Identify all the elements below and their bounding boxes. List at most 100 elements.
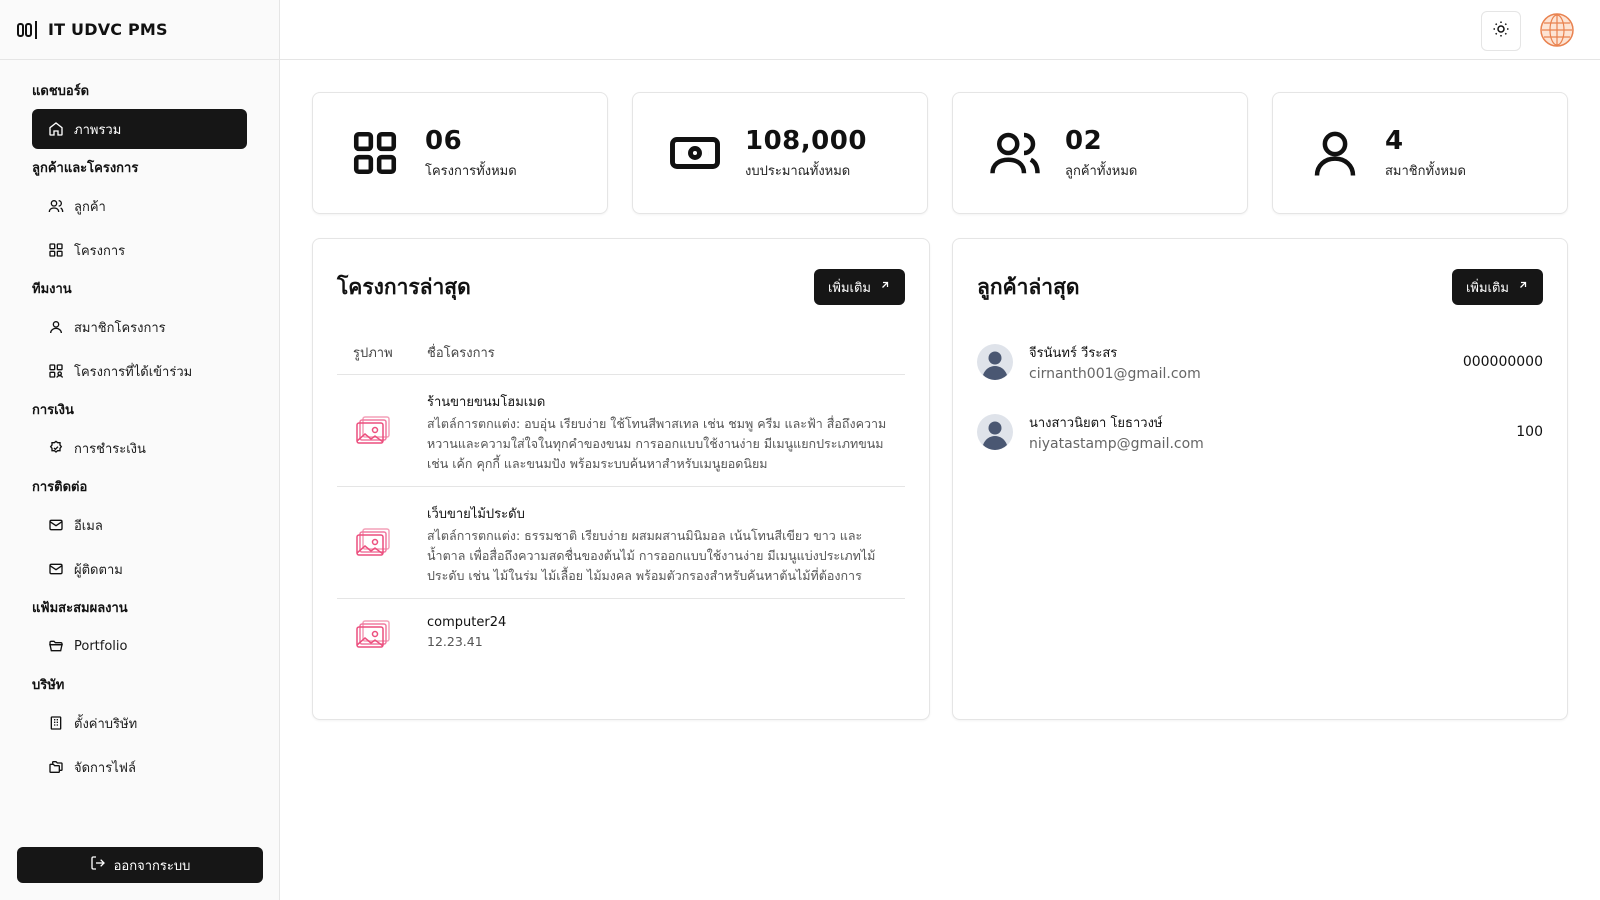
folder-open-icon — [48, 638, 64, 654]
avatar — [977, 344, 1013, 380]
project-description: สไตล์การตกแต่ง: ธรรมชาติ เรียบง่าย ผสมผส… — [427, 528, 876, 583]
latest-projects-panel: โครงการล่าสุด เพิ่มเติม รูปภาพ ชื่อโครงก… — [312, 238, 930, 720]
home-icon — [48, 121, 64, 137]
nav-group-team: ทีมงาน สมาชิกโครงการ โครงการที่ได้เข้าร่… — [32, 278, 247, 391]
nav-group-dashboard: แดชบอร์ด ภาพรวม — [32, 80, 247, 149]
sidebar-item-joined-projects[interactable]: โครงการที่ได้เข้าร่วม — [32, 351, 247, 391]
avatar — [977, 414, 1013, 450]
sidebar-item-label: โครงการ — [74, 243, 126, 259]
stat-card-projects: 06 โครงการทั้งหมด — [312, 92, 608, 214]
project-name: เว็บขายไม้ประดับ — [427, 507, 525, 522]
grid-icon — [347, 125, 403, 181]
sidebar-item-label: การชำระเงิน — [74, 441, 146, 457]
sidebar-item-company-settings[interactable]: ตั้งค่าบริษัท — [32, 703, 247, 743]
client-email: niyatastamp@gmail.com — [1029, 436, 1204, 452]
client-value: 000000000 — [1462, 354, 1543, 370]
banknote-icon — [667, 125, 723, 181]
projects-table: รูปภาพ ชื่อโครงการ ร้านขายขนมโฮมเมด สไตล… — [337, 331, 905, 671]
building-icon — [48, 715, 64, 731]
clients-more-button[interactable]: เพิ่มเติม — [1451, 269, 1543, 305]
nav-group-title: แดชบอร์ด — [32, 84, 90, 99]
arrow-up-right-icon — [1517, 279, 1529, 295]
images-icon — [353, 615, 393, 659]
theme-toggle-button[interactable] — [1481, 11, 1521, 51]
sidebar-item-projects[interactable]: โครงการ — [32, 230, 247, 270]
sidebar-item-file-manager[interactable]: จัดการไฟล์ — [32, 747, 247, 787]
clients-list: จีรนันทร์ วีระสร cirnanth001@gmail.com 0… — [977, 327, 1543, 467]
sidebar-item-payments[interactable]: การชำระเงิน — [32, 428, 247, 468]
stat-card-budget: 108,000 งบประมาณทั้งหมด — [632, 92, 928, 214]
table-row[interactable]: เว็บขายไม้ประดับ สไตล์การตกแต่ง: ธรรมชาต… — [337, 487, 905, 599]
sun-icon — [1492, 20, 1510, 42]
nav-group-title: การเงิน — [32, 403, 74, 418]
stat-card-members: 4 สมาชิกทั้งหมด — [1272, 92, 1568, 214]
folders-icon — [48, 759, 64, 775]
logout-icon — [90, 855, 106, 875]
globe-icon[interactable] — [1540, 13, 1574, 47]
badge-percent-icon — [48, 440, 64, 456]
mail-icon — [48, 561, 64, 577]
sidebar-item-label: สมาชิกโครงการ — [74, 320, 166, 336]
table-row[interactable]: ร้านขายขนมโฮมเมด สไตล์การตกแต่ง: อบอุ่น … — [337, 375, 905, 487]
arrow-up-right-icon — [879, 279, 891, 295]
stats-row: 06 โครงการทั้งหมด 108,000 งบประมาณทั้งหม… — [312, 92, 1568, 214]
client-value: 100 — [1516, 424, 1543, 440]
nav-group-clients-projects: ลูกค้าและโครงการ ลูกค้า โครงการ — [32, 157, 247, 270]
column-header-name: ชื่อโครงการ — [427, 346, 495, 361]
stat-label: โครงการทั้งหมด — [425, 163, 517, 179]
brand-title: IT UDVC PMS — [48, 20, 168, 39]
sidebar-item-email[interactable]: อีเมล — [32, 505, 247, 545]
stat-label: ลูกค้าทั้งหมด — [1065, 163, 1138, 179]
sidebar-item-label: ลูกค้า — [74, 199, 106, 215]
sidebar-item-label: จัดการไฟล์ — [74, 760, 136, 776]
users-icon — [48, 198, 64, 214]
sidebar: IT UDVC PMS แดชบอร์ด ภาพรวม ลูกค้าและโคร… — [0, 0, 280, 900]
column-header-image: รูปภาพ — [353, 346, 393, 361]
projects-more-button[interactable]: เพิ่มเติม — [813, 269, 905, 305]
more-label: เพิ่มเติม — [827, 280, 871, 296]
nav-group-title: การติดต่อ — [32, 480, 88, 495]
list-item[interactable]: นางสาวนิยตา โยธาวงษ์ niyatastamp@gmail.c… — [977, 397, 1543, 467]
sidebar-item-overview[interactable]: ภาพรวม — [32, 109, 247, 149]
sidebar-item-portfolio[interactable]: Portfolio — [32, 626, 247, 666]
sidebar-item-project-members[interactable]: สมาชิกโครงการ — [32, 307, 247, 347]
sidebar-item-label: ภาพรวม — [74, 122, 122, 138]
columns-icon — [16, 18, 40, 42]
user-icon — [1307, 125, 1363, 181]
stat-value: 108,000 — [745, 125, 867, 156]
stat-label: งบประมาณทั้งหมด — [745, 163, 851, 179]
sidebar-item-label: ตั้งค่าบริษัท — [74, 716, 138, 732]
stat-card-clients: 02 ลูกค้าทั้งหมด — [952, 92, 1248, 214]
images-icon — [353, 523, 393, 567]
sidebar-item-followers[interactable]: ผู้ติดตาม — [32, 549, 247, 589]
stat-label: สมาชิกทั้งหมด — [1385, 163, 1466, 179]
mail-icon — [48, 517, 64, 533]
logout-button[interactable]: ออกจากระบบ — [17, 847, 263, 883]
images-icon — [353, 411, 393, 455]
sidebar-item-label: อีเมล — [74, 518, 103, 534]
sidebar-item-label: Portfolio — [74, 638, 128, 654]
nav-group-finance: การเงิน การชำระเงิน — [32, 399, 247, 468]
table-row[interactable]: computer24 12.23.41 — [337, 599, 905, 671]
brand[interactable]: IT UDVC PMS — [0, 0, 279, 60]
sidebar-item-clients[interactable]: ลูกค้า — [32, 186, 247, 226]
panel-title: ลูกค้าล่าสุด — [977, 275, 1080, 299]
user-icon — [48, 319, 64, 335]
grid-icon — [48, 242, 64, 258]
nav-group-contact: การติดต่อ อีเมล ผู้ติดตาม — [32, 476, 247, 589]
list-item[interactable]: จีรนันทร์ วีระสร cirnanth001@gmail.com 0… — [977, 327, 1543, 397]
sidebar-item-label: โครงการที่ได้เข้าร่วม — [74, 364, 193, 380]
panel-title: โครงการล่าสุด — [337, 275, 471, 299]
project-description: 12.23.41 — [427, 634, 483, 649]
client-name: นางสาวนิยตา โยธาวงษ์ — [1029, 416, 1163, 431]
more-label: เพิ่มเติม — [1465, 280, 1509, 296]
topbar — [280, 0, 1600, 60]
client-name: จีรนันทร์ วีระสร — [1029, 346, 1118, 361]
nav-group-title: ทีมงาน — [32, 282, 72, 297]
project-name: computer24 — [427, 615, 507, 630]
nav-group-portfolio: แฟ้มสะสมผลงาน Portfolio — [32, 597, 247, 666]
nav-group-title: แฟ้มสะสมผลงาน — [32, 601, 128, 616]
client-email: cirnanth001@gmail.com — [1029, 366, 1201, 382]
project-description: สไตล์การตกแต่ง: อบอุ่น เรียบง่าย ใช้โทนส… — [427, 416, 887, 471]
users-icon — [987, 125, 1043, 181]
